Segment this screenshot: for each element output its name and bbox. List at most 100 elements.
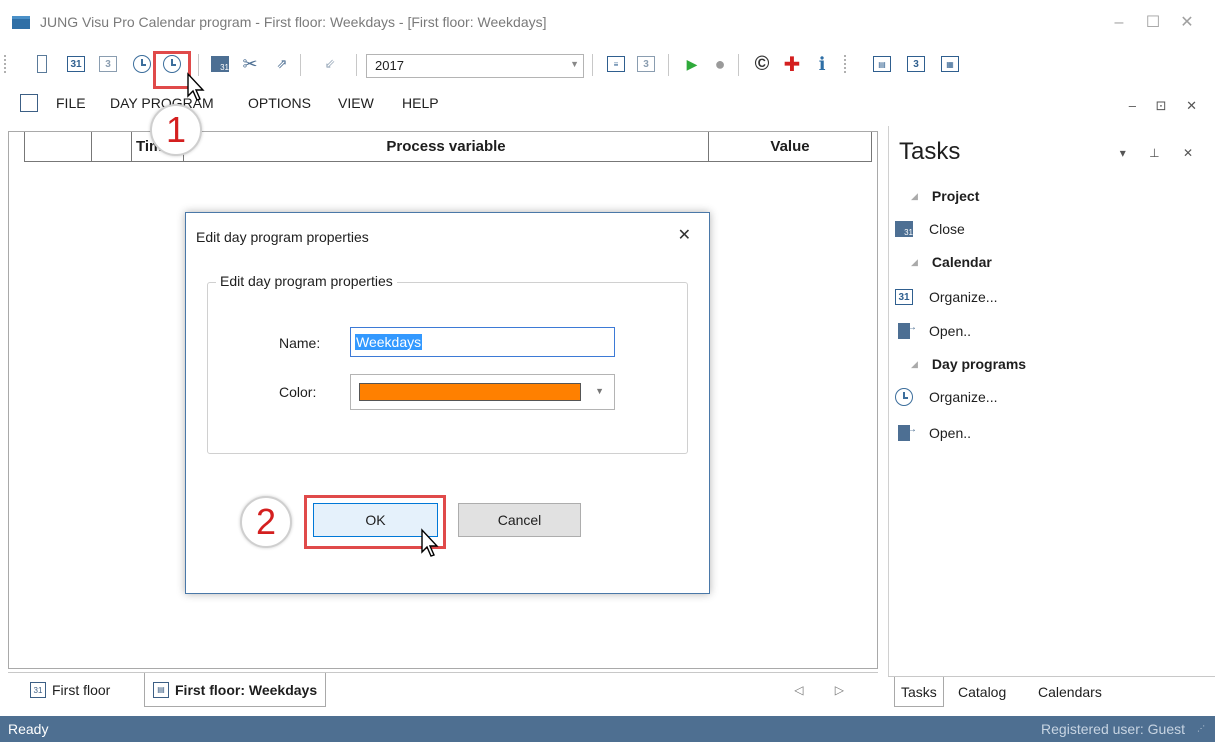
cancel-button[interactable]: Cancel bbox=[458, 503, 581, 537]
task-panel-icon[interactable]: ▤ bbox=[870, 52, 894, 76]
menu-bar: FILE DAY PROGRAM OPTIONS VIEW HELP bbox=[0, 86, 880, 122]
color-select[interactable]: ▼ bbox=[350, 374, 615, 410]
status-text: Ready bbox=[8, 721, 49, 737]
dialog-title: Edit day program properties bbox=[196, 229, 369, 245]
tab-first-floor[interactable]: 31 First floor bbox=[22, 673, 118, 707]
toolbar-separator bbox=[592, 54, 593, 76]
maximize-button[interactable]: ☐ bbox=[1140, 10, 1166, 36]
collapse-triangle-icon: ◢ bbox=[911, 190, 918, 201]
name-value: Weekdays bbox=[355, 334, 423, 350]
status-bar: Ready Registered user: Guest ⋰ bbox=[0, 716, 1215, 742]
toolbar-separator bbox=[738, 54, 739, 76]
mdi-controls[interactable]: – ⊡ ✕ bbox=[1129, 98, 1205, 114]
groupbox-title: Edit day program properties bbox=[216, 273, 397, 289]
collapse-triangle-icon: ◢ bbox=[911, 256, 918, 267]
registered-user-text: Registered user: Guest bbox=[1041, 721, 1185, 737]
copyright-icon[interactable]: © bbox=[750, 52, 774, 76]
dialog-close-icon[interactable]: ✕ bbox=[678, 225, 691, 245]
tab-label: First floor: Weekdays bbox=[175, 681, 318, 698]
close-project-icon: 31 bbox=[895, 220, 913, 238]
step-2-callout: 2 bbox=[240, 496, 292, 548]
task-label: Close bbox=[929, 221, 965, 237]
day-program-icon: ▤ bbox=[153, 681, 169, 698]
toolbar-separator bbox=[356, 54, 357, 76]
tab-tasks[interactable]: Tasks bbox=[894, 677, 944, 707]
year-select[interactable]: 2017 ▼ bbox=[366, 54, 584, 78]
task-open-day-program[interactable]: Open.. bbox=[895, 424, 971, 442]
step-1-callout: 1 bbox=[150, 104, 202, 156]
task-label: Organize... bbox=[929, 289, 998, 305]
close-window-button[interactable]: ✕ bbox=[1174, 10, 1200, 36]
task-close-project[interactable]: 31 Close bbox=[895, 220, 965, 238]
calendar-icon: 31 bbox=[30, 682, 46, 698]
tab-first-floor-weekdays[interactable]: ▤ First floor: Weekdays bbox=[144, 673, 327, 707]
calendar-icon[interactable]: 31 bbox=[64, 52, 88, 76]
minimize-button[interactable]: – bbox=[1106, 10, 1132, 36]
toolbar-separator bbox=[300, 54, 301, 76]
task-group-label: Day programs bbox=[931, 356, 1027, 372]
grid-column-process-variable[interactable]: Process variable bbox=[184, 132, 709, 161]
task-organize-calendar[interactable]: 31 Organize... bbox=[895, 288, 997, 306]
grid-column-header[interactable] bbox=[92, 132, 132, 161]
document-icon bbox=[20, 94, 38, 112]
tab-catalog[interactable]: Catalog bbox=[952, 677, 1012, 707]
move-down-icon[interactable]: ⇙ bbox=[318, 52, 342, 76]
list-view-icon[interactable]: ≡ bbox=[604, 52, 628, 76]
chevron-down-icon: ▼ bbox=[570, 59, 579, 69]
collapse-triangle-icon: ◢ bbox=[911, 358, 918, 369]
menu-view[interactable]: VIEW bbox=[338, 95, 374, 111]
task-group-label: Calendar bbox=[931, 254, 992, 270]
move-up-icon[interactable]: ⇗ bbox=[270, 52, 294, 76]
info-icon[interactable]: ℹ bbox=[810, 52, 834, 76]
color-swatch bbox=[359, 383, 581, 401]
task-label: Open.. bbox=[929, 425, 972, 441]
plus-icon[interactable]: ✚ bbox=[780, 52, 804, 76]
tab-calendars[interactable]: Calendars bbox=[1032, 677, 1108, 707]
document-tabs: 31 First floor ▤ First floor: Weekdays ◁… bbox=[8, 672, 878, 708]
app-icon bbox=[12, 16, 30, 29]
clock-icon bbox=[895, 388, 913, 406]
resize-grip-icon[interactable]: ⋰ bbox=[1197, 724, 1209, 736]
tab-scroll-arrows[interactable]: ◁ ▷ bbox=[794, 683, 858, 697]
menu-help[interactable]: HELP bbox=[402, 95, 439, 111]
calendar-panel-icon[interactable]: 3 bbox=[904, 52, 928, 76]
task-label: Open.. bbox=[929, 323, 972, 339]
cut-icon[interactable]: ✂ bbox=[238, 52, 262, 76]
task-organize-day-programs[interactable]: Organize... bbox=[895, 388, 997, 406]
new-day-program-icon[interactable] bbox=[30, 52, 54, 76]
tasks-panel-controls[interactable]: ▾ ⊥ ✕ bbox=[1120, 146, 1203, 160]
task-group-calendar[interactable]: ◢ Calendar bbox=[911, 254, 992, 270]
tasks-panel-title: Tasks bbox=[899, 138, 961, 165]
open-icon bbox=[895, 322, 917, 340]
calendar-icon: 31 bbox=[895, 288, 913, 306]
toolbar-grip[interactable] bbox=[844, 55, 847, 73]
properties-groupbox: Edit day program properties bbox=[207, 273, 688, 454]
grid-column-header[interactable] bbox=[25, 132, 92, 161]
week-view-icon[interactable]: 3 bbox=[634, 52, 658, 76]
name-label: Name: bbox=[279, 335, 321, 351]
close-calendar-icon[interactable]: 31 bbox=[208, 52, 232, 76]
task-label: Organize... bbox=[929, 389, 998, 405]
task-group-project[interactable]: ◢ Project bbox=[911, 188, 979, 204]
chevron-down-icon: ▼ bbox=[595, 386, 604, 396]
toolbar-grip[interactable] bbox=[4, 55, 7, 73]
tab-label: First floor bbox=[52, 682, 111, 698]
catalog-panel-icon[interactable]: ▦ bbox=[938, 52, 962, 76]
clock-icon[interactable] bbox=[130, 52, 154, 76]
title-bar: JUNG Visu Pro Calendar program - First f… bbox=[0, 0, 1215, 46]
menu-options[interactable]: OPTIONS bbox=[248, 95, 311, 111]
year-value: 2017 bbox=[375, 58, 404, 73]
task-group-day-programs[interactable]: ◢ Day programs bbox=[911, 356, 1026, 372]
color-label: Color: bbox=[279, 384, 317, 400]
calendar-week-icon[interactable]: 3 bbox=[96, 52, 120, 76]
stop-icon[interactable]: ● bbox=[708, 52, 732, 76]
name-field[interactable]: Weekdays bbox=[350, 327, 615, 357]
menu-file[interactable]: FILE bbox=[56, 95, 86, 111]
play-icon[interactable]: ▶ bbox=[680, 52, 704, 76]
toolbar-separator bbox=[668, 54, 669, 76]
side-panel-tabs: Tasks Catalog Calendars bbox=[888, 676, 1215, 708]
task-open-calendar[interactable]: Open.. bbox=[895, 322, 971, 340]
grid-column-value[interactable]: Value bbox=[709, 132, 871, 161]
tasks-panel: Tasks ▾ ⊥ ✕ ◢ Project 31 Close ◢ Calenda… bbox=[888, 126, 1215, 708]
window-title: JUNG Visu Pro Calendar program - First f… bbox=[40, 14, 547, 30]
